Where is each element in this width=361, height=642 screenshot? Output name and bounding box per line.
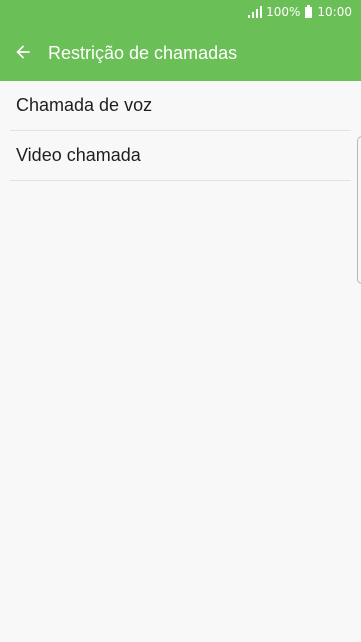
list-item-label: Chamada de voz <box>16 95 153 115</box>
list-item-voice-call[interactable]: Chamada de voz <box>10 81 351 131</box>
back-button[interactable] <box>9 38 37 66</box>
battery-icon <box>305 4 313 18</box>
status-indicators: 100% 10:00 <box>248 4 352 20</box>
list-item-label: Video chamada <box>16 145 141 165</box>
page-title: Restrição de chamadas <box>48 43 238 63</box>
edge-panel-handle[interactable] <box>357 136 361 284</box>
status-bar: 100% 10:00 <box>0 0 361 24</box>
app-bar: Restrição de chamadas <box>0 24 361 81</box>
screen: 100% 10:00 Restrição de chamadas Chamada… <box>0 0 361 642</box>
settings-list: Chamada de voz Video chamada <box>0 81 361 181</box>
clock: 10:00 <box>317 5 352 19</box>
signal-icon <box>248 6 263 18</box>
list-item-video-call[interactable]: Video chamada <box>10 131 351 181</box>
battery-percent: 100% <box>266 5 301 19</box>
arrow-left-icon <box>16 45 30 59</box>
